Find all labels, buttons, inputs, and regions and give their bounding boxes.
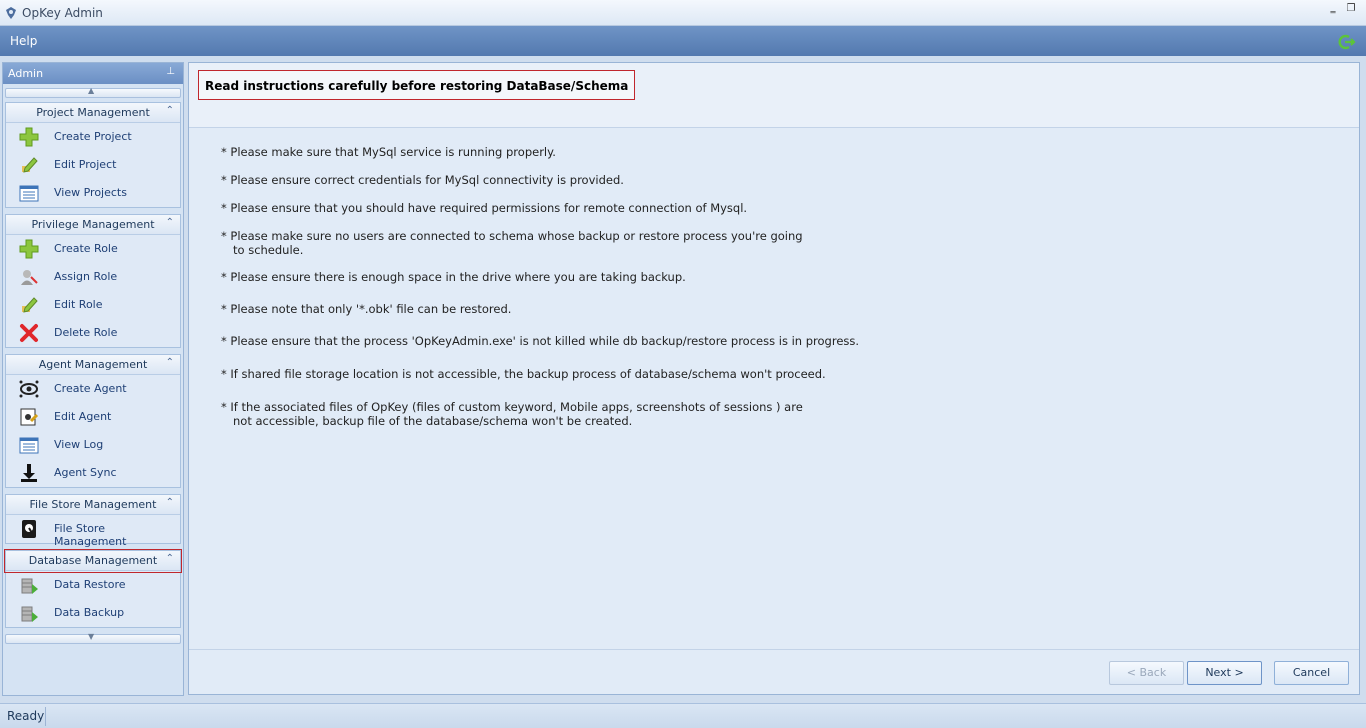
plus-icon xyxy=(19,239,39,259)
minimize-button[interactable]: ‗ xyxy=(1326,3,1340,17)
menu-bar: Help xyxy=(0,26,1366,56)
notice-area: Read instructions carefully before resto… xyxy=(189,63,1359,128)
sidebar-title: Admin xyxy=(8,67,44,80)
list-icon xyxy=(19,185,39,202)
database-icon xyxy=(21,606,38,622)
instruction-item: * If shared file storage location is not… xyxy=(221,367,826,381)
group-header-privilege-management[interactable]: Privilege Management ⌃ xyxy=(6,215,180,235)
sidebar-item-file-store-management[interactable]: File Store Management xyxy=(6,515,180,548)
edit-agent-icon xyxy=(20,408,39,426)
chevron-down-icon: ▼ xyxy=(88,632,95,641)
list-icon xyxy=(19,437,39,454)
title-bar: OpKey Admin ‗ ❐ xyxy=(0,0,1366,26)
collapse-icon[interactable]: ⌃ xyxy=(166,497,174,508)
sidebar-item-label: Edit Agent xyxy=(54,410,112,423)
group-database-management: Database Management ⌃ Data Restore Data … xyxy=(4,549,182,628)
database-icon xyxy=(21,578,38,594)
sidebar-item-label: View Log xyxy=(54,438,104,451)
collapse-icon[interactable]: ⌃ xyxy=(166,105,174,116)
pin-icon[interactable]: ⊥ xyxy=(166,66,175,77)
group-title: Project Management xyxy=(36,106,150,119)
instruction-item-continued: to schedule. xyxy=(233,243,304,257)
sidebar-item-create-role[interactable]: Create Role xyxy=(6,235,180,263)
next-button[interactable]: Next > xyxy=(1187,661,1262,685)
collapse-icon[interactable]: ⌃ xyxy=(166,553,174,564)
sidebar-item-label: Edit Role xyxy=(54,298,103,311)
group-title: Database Management xyxy=(28,554,158,567)
edit-icon xyxy=(22,297,38,313)
sidebar-item-label: Create Agent xyxy=(54,382,127,395)
instruction-item: * Please ensure correct credentials for … xyxy=(221,173,624,187)
instruction-item: * Please ensure there is enough space in… xyxy=(221,270,686,284)
group-file-store-management: File Store Management ⌃ File Store Manag… xyxy=(5,494,181,548)
sidebar-item-label: Create Project xyxy=(54,130,132,143)
sidebar-item-view-log[interactable]: View Log xyxy=(6,431,180,459)
restore-wizard-panel: Read instructions carefully before resto… xyxy=(188,62,1360,695)
group-header-agent-management[interactable]: Agent Management ⌃ xyxy=(6,355,180,375)
sidebar-item-label: File Store Management xyxy=(54,522,127,548)
plus-icon xyxy=(19,127,39,147)
sidebar-item-label: Delete Role xyxy=(54,326,118,339)
scroll-up-button[interactable]: ▲ xyxy=(5,86,181,98)
instruction-item: * Please ensure that the process 'OpKeyA… xyxy=(221,334,860,348)
sidebar-item-label: Agent Sync xyxy=(54,466,117,479)
sidebar-item-assign-role[interactable]: Assign Role xyxy=(6,263,180,291)
status-separator xyxy=(45,707,46,726)
sidebar-item-agent-sync[interactable]: Agent Sync xyxy=(6,459,180,487)
group-title: File Store Management xyxy=(29,498,157,511)
footer-divider xyxy=(189,649,1359,650)
sidebar-item-delete-role[interactable]: Delete Role xyxy=(6,319,180,347)
group-header-database-management[interactable]: Database Management ⌃ xyxy=(4,549,182,573)
delete-icon xyxy=(20,324,38,342)
help-menu[interactable]: Help xyxy=(10,34,37,48)
admin-sidebar: Admin ⊥ ▲ Project Management ⌃ Create Pr… xyxy=(2,62,184,696)
agent-icon xyxy=(19,380,39,398)
status-text: Ready xyxy=(7,709,45,723)
app-logo-icon xyxy=(6,7,16,19)
scroll-down-button[interactable]: ▼ xyxy=(5,632,181,644)
group-project-management: Project Management ⌃ Create Project Edit… xyxy=(5,102,181,208)
edit-icon xyxy=(22,157,38,173)
sidebar-item-label: Data Backup xyxy=(54,606,125,619)
instruction-item: * Please ensure that you should have req… xyxy=(221,201,748,215)
window-title: OpKey Admin xyxy=(22,6,103,20)
sidebar-header: Admin ⊥ xyxy=(3,63,183,84)
cancel-button[interactable]: Cancel xyxy=(1274,661,1349,685)
file-store-icon xyxy=(22,520,36,538)
instruction-item: * Please make sure that MySql service is… xyxy=(221,145,556,159)
group-header-file-store-management[interactable]: File Store Management ⌃ xyxy=(6,495,180,515)
sidebar-item-create-project[interactable]: Create Project xyxy=(6,123,180,151)
sidebar-item-label: View Projects xyxy=(54,186,127,199)
restore-button[interactable]: ❐ xyxy=(1344,3,1358,17)
collapse-icon[interactable]: ⌃ xyxy=(166,357,174,368)
sidebar-item-data-restore[interactable]: Data Restore xyxy=(6,571,180,599)
back-button[interactable]: < Back xyxy=(1109,661,1184,685)
instruction-item: * Please note that only '*.obk' file can… xyxy=(221,302,512,316)
sidebar-item-label: Edit Project xyxy=(54,158,117,171)
exit-icon[interactable] xyxy=(1338,33,1356,51)
sidebar-item-edit-agent[interactable]: Edit Agent xyxy=(6,403,180,431)
group-title: Privilege Management xyxy=(31,218,155,231)
chevron-up-icon: ▲ xyxy=(88,86,95,95)
sidebar-item-label: Assign Role xyxy=(54,270,118,283)
instruction-item: * If the associated files of OpKey (file… xyxy=(221,400,803,414)
group-agent-management: Agent Management ⌃ Create Agent Edit Age… xyxy=(5,354,181,488)
group-privilege-management: Privilege Management ⌃ Create Role Assig… xyxy=(5,214,181,348)
sidebar-item-data-backup[interactable]: Data Backup xyxy=(6,599,180,627)
sidebar-item-label: Data Restore xyxy=(54,578,126,591)
sidebar-item-create-agent[interactable]: Create Agent xyxy=(6,375,180,403)
collapse-icon[interactable]: ⌃ xyxy=(166,217,174,228)
instruction-item: * Please make sure no users are connecte… xyxy=(221,229,803,243)
sync-icon xyxy=(21,464,37,482)
notice-banner: Read instructions carefully before resto… xyxy=(198,70,636,100)
assign-icon xyxy=(21,270,38,285)
sidebar-item-label: Create Role xyxy=(54,242,118,255)
sidebar-item-edit-role[interactable]: Edit Role xyxy=(6,291,180,319)
group-title: Agent Management xyxy=(38,358,148,371)
status-bar: Ready xyxy=(0,703,1366,728)
instruction-item-continued: not accessible, backup file of the datab… xyxy=(233,414,633,428)
sidebar-item-view-projects[interactable]: View Projects xyxy=(6,179,180,207)
group-header-project-management[interactable]: Project Management ⌃ xyxy=(6,103,180,123)
sidebar-item-edit-project[interactable]: Edit Project xyxy=(6,151,180,179)
